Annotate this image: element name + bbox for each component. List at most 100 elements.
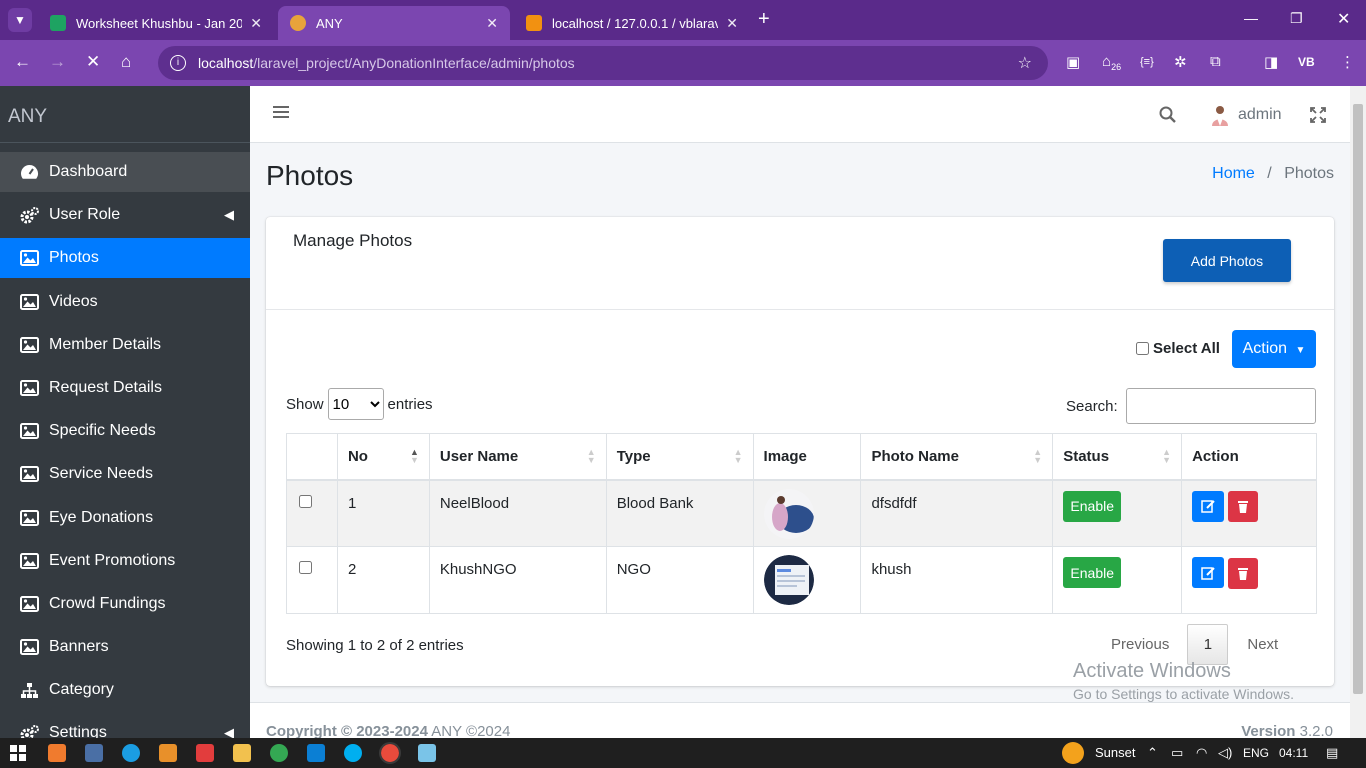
sidebar-item-photos[interactable]: Photos	[0, 238, 250, 278]
notepad-icon[interactable]	[418, 744, 436, 762]
site-info-icon[interactable]: i	[170, 55, 186, 71]
vscode-icon[interactable]	[307, 744, 325, 762]
language-indicator[interactable]: ENG	[1243, 746, 1269, 760]
pagination-page-1[interactable]: 1	[1187, 624, 1229, 665]
sidebar-item-member-details[interactable]: Member Details	[0, 325, 250, 365]
sidebar-item-user-role[interactable]: User Role ◀	[0, 195, 250, 235]
sidebar-item-settings[interactable]: Settings ◀	[0, 713, 250, 738]
tray-overflow-icon[interactable]: ⌃	[1147, 745, 1158, 761]
extension-image-icon[interactable]: ▣	[1066, 53, 1080, 71]
column-header-photo-name[interactable]: Photo Name ▲ ▼	[860, 433, 1054, 481]
delete-button[interactable]	[1228, 557, 1259, 589]
profile-avatar[interactable]: VB	[1298, 55, 1315, 69]
pagination-previous[interactable]: Previous	[1111, 636, 1169, 653]
user-menu[interactable]: admin	[1210, 104, 1282, 126]
notifications-icon[interactable]: ▤	[1326, 745, 1338, 761]
xampp-icon[interactable]	[48, 744, 66, 762]
column-header-status[interactable]: Status ▲ ▼	[1052, 433, 1183, 481]
browser-tab-any[interactable]: ANY ✕	[278, 6, 510, 40]
sidebar-item-videos[interactable]: Videos	[0, 282, 250, 322]
brand-logo[interactable]: ANY	[0, 86, 250, 143]
bulk-action-dropdown[interactable]: Action ▼	[1232, 330, 1316, 368]
pagination-next[interactable]: Next	[1247, 636, 1278, 653]
home-icon[interactable]: ⌂	[121, 52, 131, 72]
file-explorer-icon[interactable]	[233, 744, 251, 762]
sidebar-item-crowd-fundings[interactable]: Crowd Fundings	[0, 584, 250, 624]
bookmark-star-icon[interactable]: ☆	[1018, 53, 1032, 73]
search-icon[interactable]	[1159, 106, 1177, 128]
add-photos-button[interactable]: Add Photos	[1163, 239, 1291, 282]
close-window-icon[interactable]: ✕	[1337, 9, 1350, 29]
photo-thumbnail[interactable]	[763, 555, 814, 605]
forward-icon[interactable]: →	[49, 52, 66, 72]
sort-icon: ▲ ▼	[1033, 447, 1043, 465]
restore-icon[interactable]: ❐	[1290, 10, 1303, 27]
weather-text[interactable]: Sunset	[1095, 745, 1135, 760]
page-scrollbar[interactable]	[1350, 86, 1366, 738]
minimize-icon[interactable]: —	[1244, 10, 1258, 26]
sidebar-item-dashboard[interactable]: Dashboard	[0, 152, 250, 192]
sidebar-item-service-needs[interactable]: Service Needs	[0, 454, 250, 494]
skype-icon[interactable]	[344, 744, 362, 762]
sidebar-item-specific-needs[interactable]: Specific Needs	[0, 411, 250, 451]
sidebar-item-event-promotions[interactable]: Event Promotions	[0, 541, 250, 581]
close-tab-icon[interactable]: ✕	[486, 15, 498, 32]
weather-sun-icon[interactable]	[1062, 742, 1084, 764]
select-all[interactable]: Select All	[1136, 340, 1220, 357]
photo-thumbnail[interactable]	[763, 488, 814, 539]
extension-gear-icon[interactable]: ✲	[1174, 53, 1187, 71]
battery-icon[interactable]: ▭	[1171, 745, 1183, 761]
page-length-control: Show 10 entries	[286, 388, 433, 420]
chrome-icon[interactable]	[270, 744, 288, 762]
status-enable-button[interactable]: Enable	[1063, 557, 1122, 588]
row-checkbox[interactable]	[299, 561, 312, 574]
back-icon[interactable]: ←	[14, 52, 31, 72]
cell-photo-name: dfsdfdf	[860, 479, 1054, 547]
sublime-icon[interactable]	[159, 744, 177, 762]
hamburger-menu-icon[interactable]	[273, 105, 289, 123]
status-enable-button[interactable]: Enable	[1063, 490, 1122, 522]
image-icon	[20, 423, 40, 439]
edit-button[interactable]	[1192, 557, 1225, 588]
extension-badge-icon[interactable]: ⌂26	[1102, 53, 1121, 72]
sidebar-item-banners[interactable]: Banners	[0, 627, 250, 667]
extension-badge-count: 26	[1111, 62, 1122, 72]
sidebar-item-category[interactable]: Category	[0, 670, 250, 710]
volume-icon[interactable]: ◁)	[1218, 745, 1232, 761]
stop-loading-icon[interactable]: ✕	[86, 52, 100, 72]
select-all-checkbox[interactable]	[1136, 342, 1149, 355]
column-header-user-name[interactable]: User Name ▲ ▼	[428, 433, 607, 481]
scrollbar-thumb[interactable]	[1353, 104, 1363, 694]
sidebar-item-eye-donations[interactable]: Eye Donations	[0, 498, 250, 538]
browser-menu-icon[interactable]: ⋮	[1340, 53, 1355, 71]
fullscreen-icon[interactable]	[1310, 107, 1326, 127]
row-checkbox[interactable]	[299, 494, 312, 508]
column-header-no[interactable]: No ▲ ▼	[336, 433, 430, 481]
image-icon	[20, 294, 40, 310]
keyboard-icon[interactable]	[85, 744, 103, 762]
wifi-icon[interactable]: ◠	[1196, 745, 1207, 761]
extensions-puzzle-icon[interactable]: ⧉	[1210, 53, 1221, 70]
page-length-select[interactable]: 10	[327, 388, 384, 420]
search-input[interactable]	[1125, 388, 1316, 424]
extension-code-icon[interactable]: {≡}	[1140, 56, 1154, 68]
anydesk-icon[interactable]	[196, 744, 214, 762]
sidebar-item-request-details[interactable]: Request Details	[0, 368, 250, 408]
browser-tab-worksheet[interactable]: Worksheet Khushbu - Jan 2024 ✕	[38, 6, 274, 40]
breadcrumb-home-link[interactable]: Home	[1212, 165, 1255, 182]
column-header-type[interactable]: Type ▲ ▼	[605, 433, 754, 481]
chrome-active-icon[interactable]	[379, 742, 401, 764]
new-tab-icon[interactable]: +	[758, 8, 770, 31]
tab-search-button[interactable]: ▼	[8, 8, 32, 32]
windows-start-icon[interactable]	[10, 745, 26, 765]
edit-button[interactable]	[1192, 490, 1225, 522]
edge-icon[interactable]	[122, 744, 140, 762]
close-tab-icon[interactable]: ✕	[250, 15, 262, 32]
side-panel-icon[interactable]: ◨	[1264, 53, 1278, 71]
close-tab-icon[interactable]: ✕	[726, 15, 738, 32]
clock[interactable]: 04:11	[1279, 746, 1308, 760]
delete-button[interactable]	[1228, 491, 1259, 522]
address-bar[interactable]: i localhost/laravel_project/AnyDonationI…	[158, 46, 1048, 80]
browser-tab-phpmyadmin[interactable]: localhost / 127.0.0.1 / vblaravel ✕	[514, 6, 750, 40]
cell-type: Blood Bank	[605, 479, 754, 547]
